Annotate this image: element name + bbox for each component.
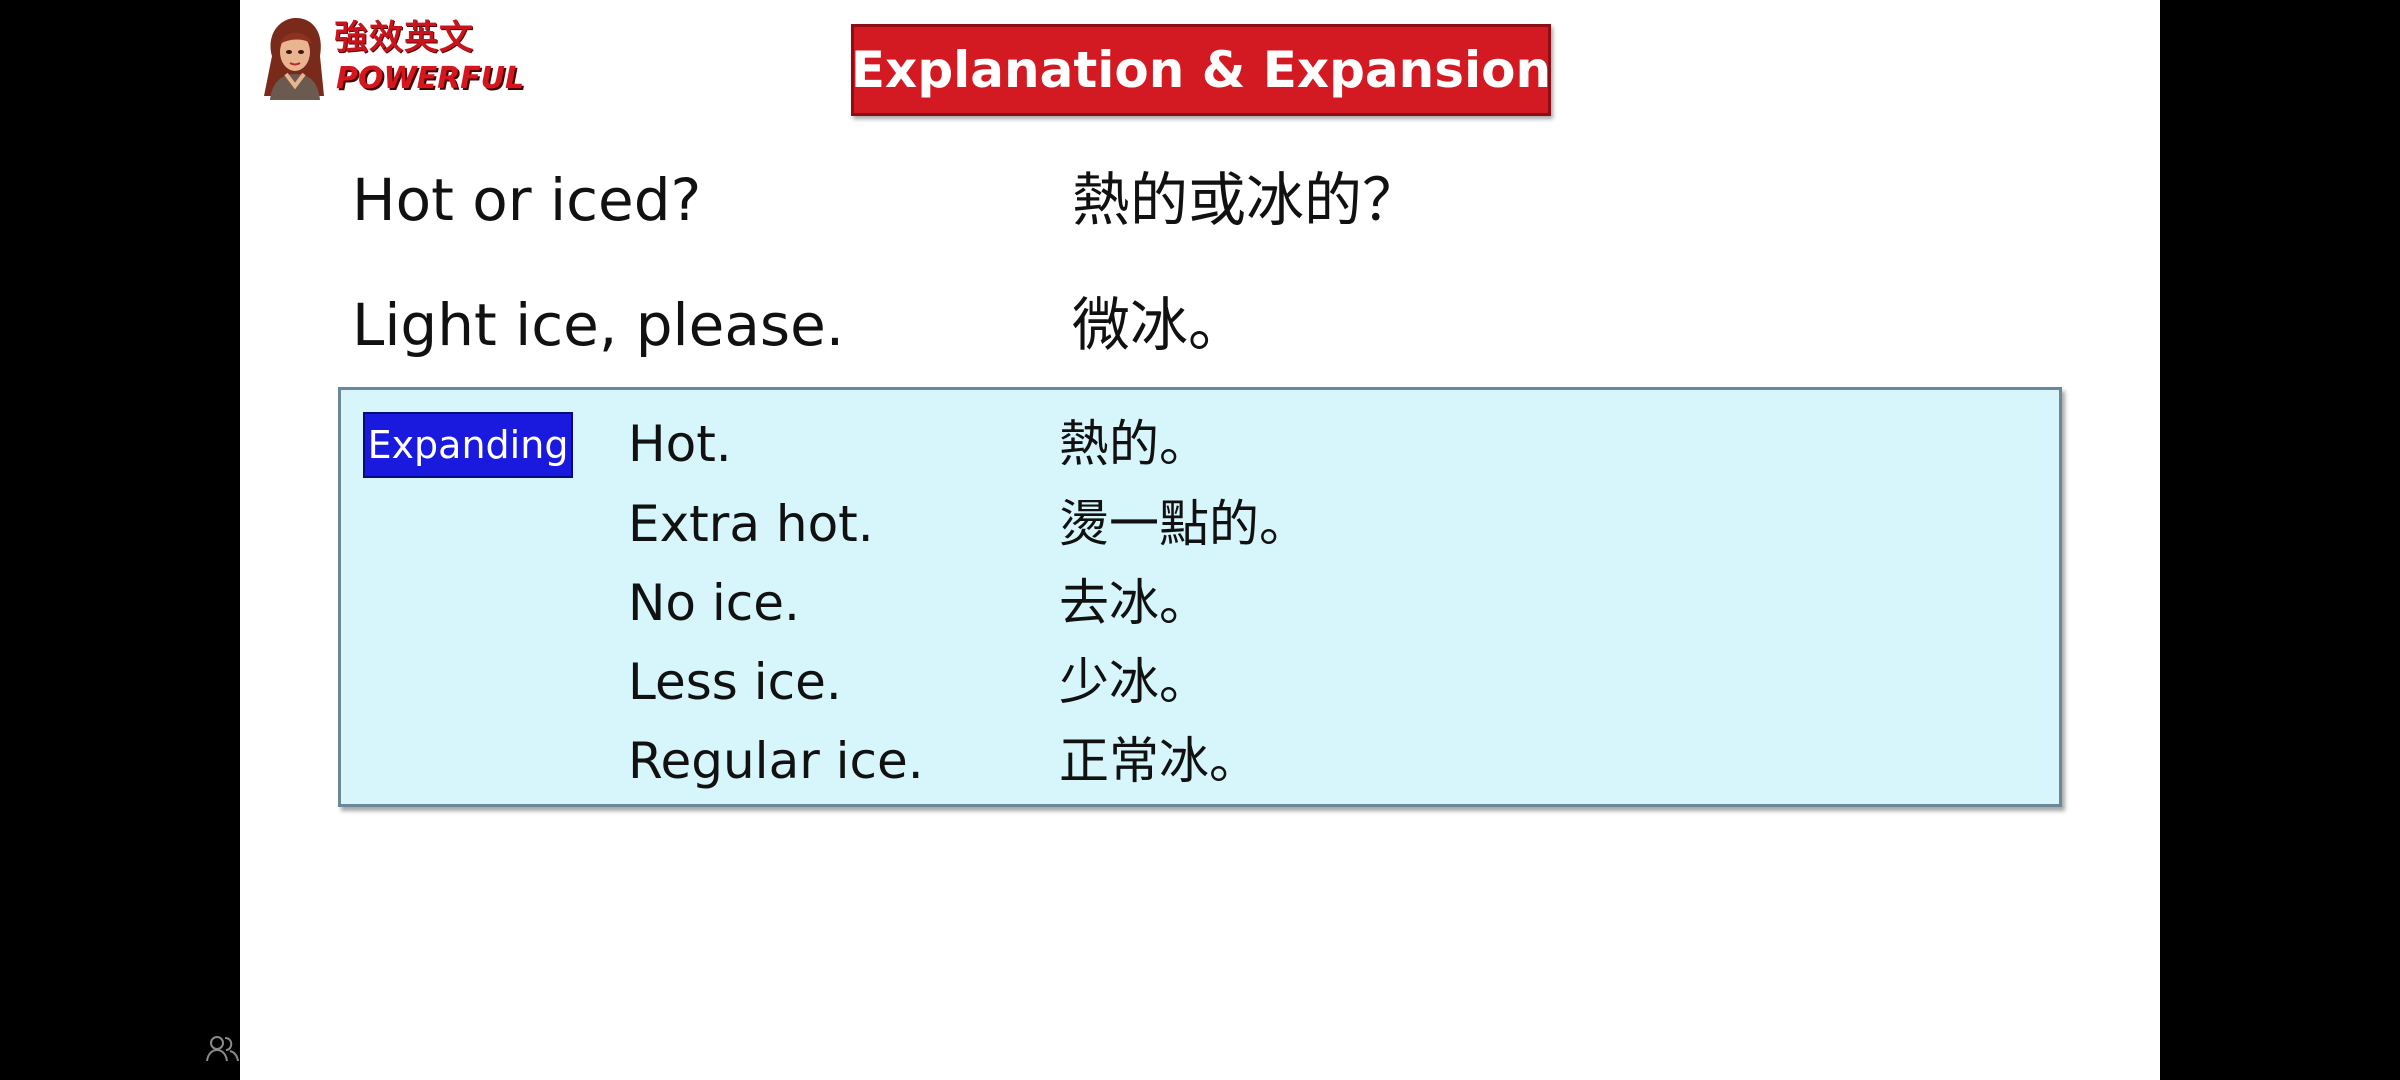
logo-english-text: POWERFUL <box>336 61 525 96</box>
expansion-chinese: 熱的。 <box>1059 415 1209 473</box>
brand-logo: 強效英文 POWERFUL <box>258 16 524 100</box>
expansion-chinese: 少冰。 <box>1059 653 1209 711</box>
expansion-chinese: 正常冰。 <box>1059 732 1259 790</box>
expansion-row: No ice. 去冰。 <box>341 568 2059 648</box>
expansion-english: Hot. <box>628 415 732 473</box>
expanding-panel: Expanding Hot. 熱的。 Extra hot. 燙一點的。 No i… <box>338 387 2062 807</box>
people-icon[interactable] <box>206 1034 240 1062</box>
expansion-row: Extra hot. 燙一點的。 <box>341 489 2059 569</box>
expansion-row: Regular ice. 正常冰。 <box>341 726 2059 806</box>
avatar-icon <box>264 18 324 100</box>
phrase-english: Hot or iced? <box>352 166 702 234</box>
video-frame: 強效英文 POWERFUL Explanation & Expansion Ho… <box>0 0 2400 1080</box>
phrase-chinese: 熱的或冰的？ <box>1072 166 1421 234</box>
slide-title: Explanation & Expansion <box>851 24 1551 116</box>
expansion-english: Regular ice. <box>628 732 924 790</box>
slide: 強效英文 POWERFUL Explanation & Expansion Ho… <box>240 0 2160 1080</box>
expansion-english: No ice. <box>628 574 800 632</box>
expansion-row: Hot. 熱的。 <box>341 409 2059 489</box>
expansion-chinese: 去冰。 <box>1059 574 1209 632</box>
expansion-chinese: 燙一點的。 <box>1059 495 1309 553</box>
expansion-english: Extra hot. <box>628 495 874 553</box>
phrase-chinese: 微冰。 <box>1072 291 1247 359</box>
phrase-english: Light ice, please. <box>352 291 845 359</box>
expansion-english: Less ice. <box>628 653 842 711</box>
logo-chinese-text: 強效英文 <box>334 18 474 58</box>
expansion-row: Less ice. 少冰。 <box>341 647 2059 727</box>
